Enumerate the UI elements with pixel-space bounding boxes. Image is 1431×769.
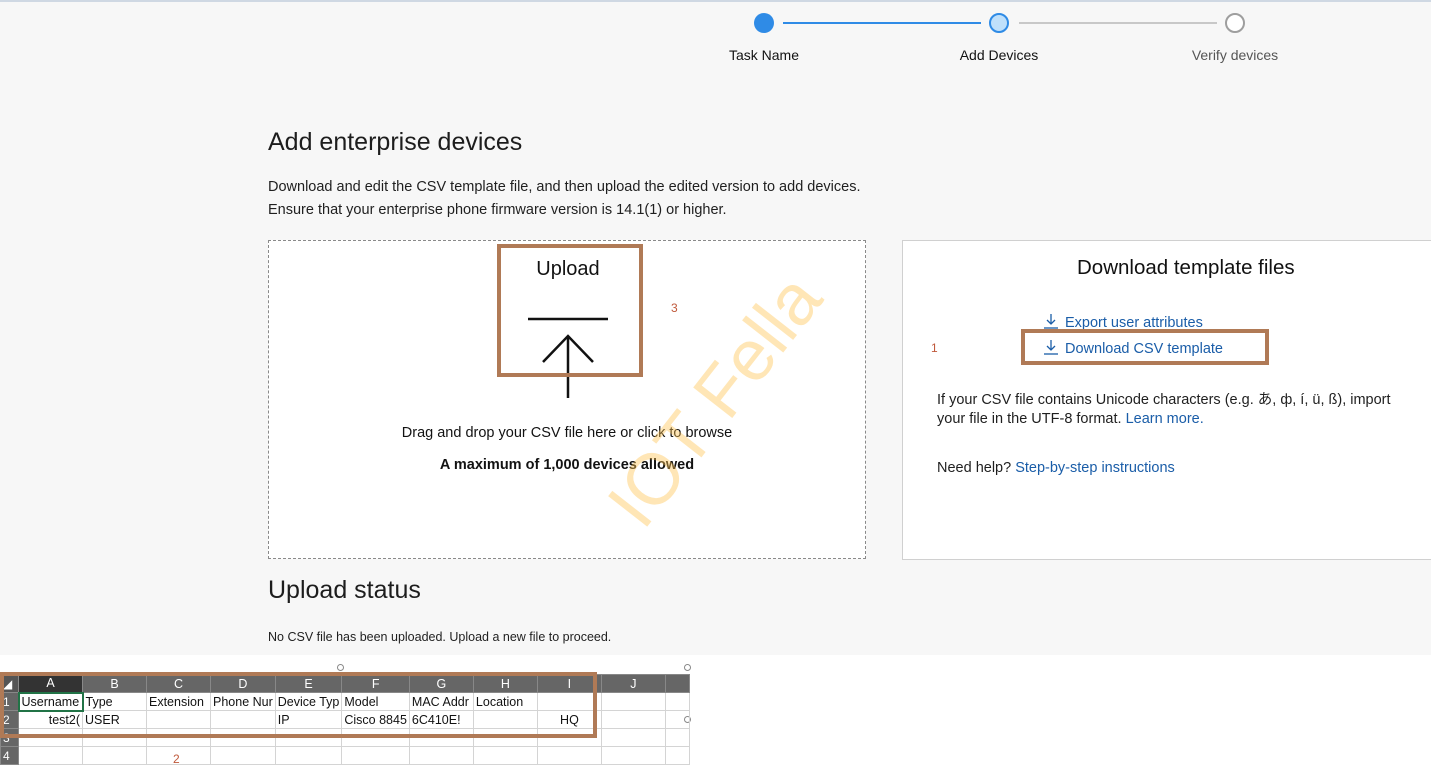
column-header [664, 674, 690, 693]
step-dot-verify-devices[interactable] [1225, 13, 1245, 33]
help-line: Need help? Step-by-step instructions [937, 460, 1175, 476]
annotation-number-3: 3 [671, 301, 678, 315]
page-title: Add enterprise devices [268, 128, 523, 156]
download-icon [1044, 314, 1058, 329]
download-templates-title: Download template files [1077, 256, 1295, 279]
cell [664, 710, 690, 729]
cell [664, 746, 690, 765]
annotation-box-sheet [0, 672, 597, 738]
cell[interactable] [341, 746, 410, 765]
unicode-note-line-1: If your CSV file contains Unicode charac… [937, 392, 1391, 408]
annotation-box-download-csv [1021, 329, 1269, 365]
resize-handle[interactable] [684, 664, 691, 671]
cell[interactable] [408, 746, 474, 765]
cell [664, 728, 690, 747]
dropzone-limit: A maximum of 1,000 devices allowed [439, 457, 695, 473]
cell[interactable] [600, 746, 666, 765]
annotation-number-2: 2 [173, 752, 180, 766]
upload-status-text: No CSV file has been uploaded. Upload a … [268, 630, 612, 644]
cell[interactable] [600, 692, 666, 711]
description-line-2: Ensure that your enterprise phone firmwa… [268, 202, 727, 218]
step-label-add-devices: Add Devices [959, 47, 1039, 63]
unicode-note-text: your file in the UTF-8 format. [937, 411, 1122, 427]
table-row: 4 [0, 746, 690, 765]
cell[interactable] [82, 746, 147, 765]
cell[interactable] [210, 746, 276, 765]
step-connector-2 [1019, 22, 1217, 24]
row-header[interactable]: 4 [0, 746, 19, 765]
annotation-number-1: 1 [931, 341, 938, 355]
step-dot-add-devices[interactable] [989, 13, 1009, 33]
resize-handle[interactable] [337, 664, 344, 671]
cell[interactable] [472, 746, 538, 765]
dropzone-instructions: Drag and drop your CSV file here or clic… [401, 425, 733, 441]
cell[interactable] [18, 746, 83, 765]
step-by-step-link[interactable]: Step-by-step instructions [1015, 460, 1175, 476]
help-text: Need help? [937, 460, 1012, 476]
step-connector-1 [783, 22, 981, 24]
step-label-task-name: Task Name [728, 47, 800, 63]
cell[interactable] [274, 746, 343, 765]
column-header[interactable]: J [600, 674, 666, 693]
annotation-box-upload [497, 244, 643, 377]
learn-more-link[interactable]: Learn more. [1126, 411, 1204, 427]
cell[interactable] [600, 710, 666, 729]
unicode-note-line-2: your file in the UTF-8 format. Learn mor… [937, 411, 1204, 427]
cell [664, 692, 690, 711]
cell[interactable] [536, 746, 602, 765]
cell[interactable] [600, 728, 666, 747]
description-line-1: Download and edit the CSV template file,… [268, 179, 861, 195]
step-dot-task-name[interactable] [754, 13, 774, 33]
upload-status-title: Upload status [268, 576, 421, 604]
step-label-verify-devices: Verify devices [1191, 47, 1279, 63]
